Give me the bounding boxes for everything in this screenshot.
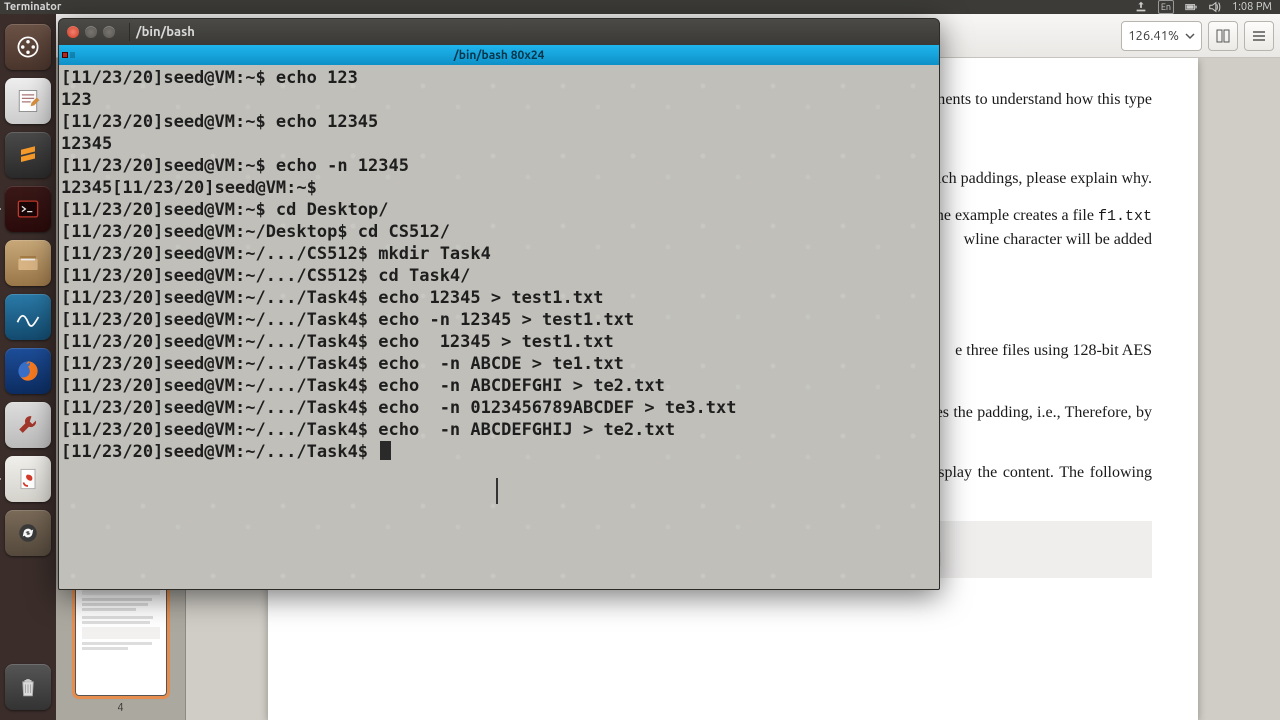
- menu-button[interactable]: [1244, 21, 1274, 51]
- launcher-firefox[interactable]: [5, 348, 51, 394]
- thumbnail-page-number: 4: [117, 702, 123, 714]
- chevron-down-icon: [1185, 31, 1195, 41]
- terminal-tab-label: /bin/bash 80x24: [454, 49, 545, 62]
- terminal-tab[interactable]: /bin/bash 80x24: [59, 45, 939, 65]
- keyboard-indicator[interactable]: En: [1158, 0, 1174, 14]
- text-cursor-ibeam: [496, 478, 498, 504]
- updates-icon[interactable]: [1134, 0, 1148, 14]
- pdf-thumbnail[interactable]: [75, 580, 167, 696]
- launcher-files[interactable]: [5, 240, 51, 286]
- launcher-sublime[interactable]: [5, 132, 51, 178]
- battery-icon[interactable]: [1184, 0, 1198, 14]
- window-close-button[interactable]: [67, 26, 79, 38]
- terminal-titlebar[interactable]: /bin/bash: [59, 19, 939, 45]
- terminal-cursor: [380, 441, 391, 460]
- window-maximize-button[interactable]: [103, 26, 115, 38]
- launcher-updater[interactable]: [5, 510, 51, 556]
- launcher-text-editor[interactable]: [5, 78, 51, 124]
- active-app-title: Terminator: [0, 1, 61, 13]
- launcher-pdf-viewer[interactable]: [5, 456, 51, 502]
- launcher-tool[interactable]: [5, 402, 51, 448]
- launcher-wireshark[interactable]: [5, 294, 51, 340]
- launcher-terminal[interactable]: [5, 186, 51, 232]
- launcher-trash[interactable]: [5, 664, 51, 710]
- volume-icon[interactable]: [1208, 0, 1222, 14]
- top-menu-bar: Terminator En 1:08 PM: [0, 0, 1280, 14]
- terminal-window[interactable]: /bin/bash /bin/bash 80x24 [11/23/20]seed…: [58, 18, 940, 590]
- terminal-body[interactable]: [11/23/20]seed@VM:~$ echo 123123[11/23/2…: [59, 65, 939, 589]
- zoom-dropdown[interactable]: 126.41%: [1121, 21, 1202, 51]
- window-minimize-button[interactable]: [85, 26, 97, 38]
- clock[interactable]: 1:08 PM: [1232, 1, 1272, 13]
- split-indicator-icon: [61, 51, 76, 59]
- dual-page-button[interactable]: [1208, 21, 1238, 51]
- terminal-title: /bin/bash: [136, 25, 195, 39]
- unity-launcher: [0, 14, 56, 720]
- zoom-value: 126.41%: [1128, 29, 1179, 43]
- launcher-dash[interactable]: [5, 24, 51, 70]
